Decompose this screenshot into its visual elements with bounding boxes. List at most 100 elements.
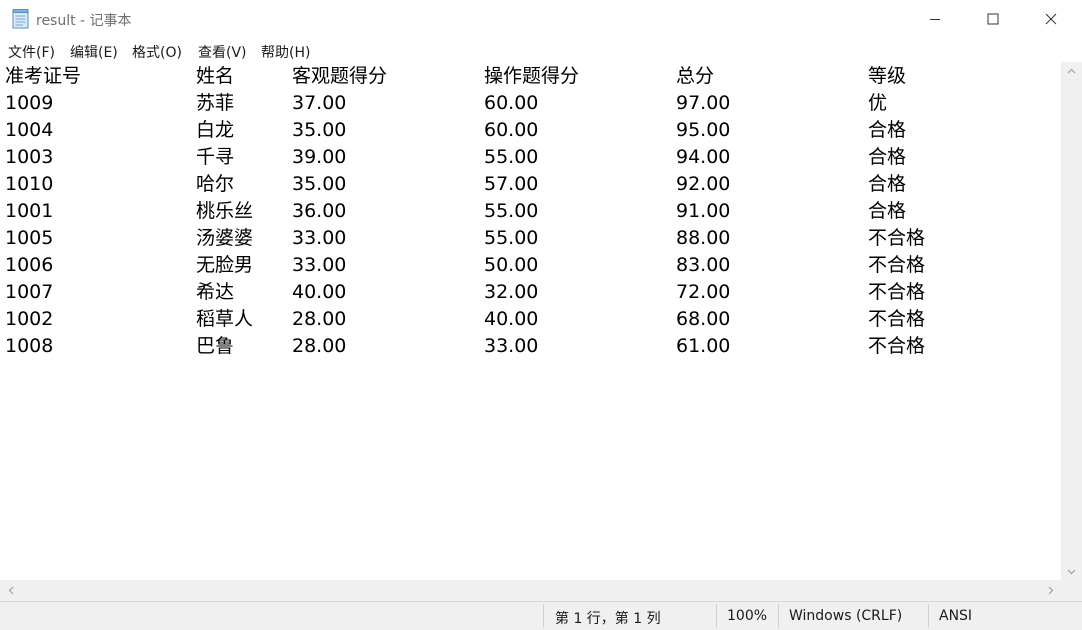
text-line: 1003 千寻 39.00 55.00 94.00 合格 bbox=[0, 144, 1061, 171]
line-ending: Windows (CRLF) bbox=[789, 608, 903, 624]
menu-format[interactable]: 格式(O) bbox=[132, 42, 182, 62]
cell-grade: 不合格 bbox=[868, 308, 926, 330]
cell-grade: 合格 bbox=[868, 173, 907, 195]
text-line: 1006 无脸男 33.00 50.00 83.00 不合格 bbox=[0, 252, 1061, 279]
cell-practical: 55.00 bbox=[484, 227, 539, 249]
cell-id: 1004 bbox=[5, 119, 54, 141]
minimize-button[interactable] bbox=[906, 0, 964, 38]
cell-practical: 40.00 bbox=[484, 308, 539, 330]
cell-total: 88.00 bbox=[676, 227, 731, 249]
cell-total: 91.00 bbox=[676, 200, 731, 222]
cell-objective: 35.00 bbox=[292, 173, 347, 195]
close-button[interactable] bbox=[1022, 0, 1080, 38]
cell-objective: 36.00 bbox=[292, 200, 347, 222]
text-line: 1004 白龙 35.00 60.00 95.00 合格 bbox=[0, 117, 1061, 144]
cell-name: 汤婆婆 bbox=[196, 227, 254, 249]
cell-practical: 55.00 bbox=[484, 146, 539, 168]
cell-total: 97.00 bbox=[676, 92, 731, 114]
chevron-left-icon bbox=[8, 586, 13, 595]
cell-id: 1002 bbox=[5, 308, 54, 330]
cell-total: 72.00 bbox=[676, 281, 731, 303]
cell-grade: 不合格 bbox=[868, 254, 926, 276]
scroll-up-button[interactable] bbox=[1061, 62, 1082, 79]
cell-id: 1008 bbox=[5, 335, 54, 357]
maximize-button[interactable] bbox=[964, 0, 1022, 38]
cell-objective: 33.00 bbox=[292, 227, 347, 249]
menu-bar: 文件(F) 编辑(E) 格式(O) 查看(V) 帮助(H) bbox=[0, 38, 1082, 62]
title-bar[interactable]: result - 记事本 bbox=[0, 0, 1082, 38]
header-cell-total: 总分 bbox=[676, 65, 715, 87]
maximize-icon bbox=[987, 13, 999, 25]
cell-grade: 不合格 bbox=[868, 227, 926, 249]
cell-practical: 32.00 bbox=[484, 281, 539, 303]
cell-name: 白龙 bbox=[196, 119, 235, 141]
text-line: 1005 汤婆婆 33.00 55.00 88.00 不合格 bbox=[0, 225, 1061, 252]
cell-practical: 55.00 bbox=[484, 200, 539, 222]
cell-id: 1010 bbox=[5, 173, 54, 195]
cell-grade: 不合格 bbox=[868, 281, 926, 303]
cell-grade: 不合格 bbox=[868, 335, 926, 357]
cell-name: 稻草人 bbox=[196, 308, 254, 330]
menu-edit[interactable]: 编辑(E) bbox=[70, 42, 118, 62]
cell-objective: 28.00 bbox=[292, 335, 347, 357]
cell-id: 1007 bbox=[5, 281, 54, 303]
cell-total: 94.00 bbox=[676, 146, 731, 168]
scroll-down-button[interactable] bbox=[1061, 563, 1082, 580]
cell-grade: 合格 bbox=[868, 146, 907, 168]
window-title: result - 记事本 bbox=[36, 13, 132, 29]
horizontal-scrollbar[interactable] bbox=[0, 580, 1061, 601]
cell-name: 巴鲁 bbox=[196, 335, 235, 357]
text-line: 1010 哈尔 35.00 57.00 92.00 合格 bbox=[0, 171, 1061, 198]
close-icon bbox=[1045, 13, 1057, 25]
text-line: 1007 希达 40.00 32.00 72.00 不合格 bbox=[0, 279, 1061, 306]
status-divider bbox=[543, 604, 544, 628]
cell-total: 92.00 bbox=[676, 173, 731, 195]
text-line: 1002 稻草人 28.00 40.00 68.00 不合格 bbox=[0, 306, 1061, 333]
chevron-right-icon bbox=[1048, 586, 1053, 595]
chevron-down-icon bbox=[1067, 569, 1076, 574]
cell-name: 希达 bbox=[196, 281, 235, 303]
text-editor[interactable]: 准考证号 姓名 客观题得分 操作题得分 总分 等级 1009 苏菲 37.00 60.… bbox=[0, 62, 1061, 580]
menu-help[interactable]: 帮助(H) bbox=[261, 42, 310, 62]
cell-id: 1006 bbox=[5, 254, 54, 276]
cell-name: 无脸男 bbox=[196, 254, 254, 276]
cell-practical: 60.00 bbox=[484, 92, 539, 114]
cell-objective: 35.00 bbox=[292, 119, 347, 141]
header-cell-name: 姓名 bbox=[196, 65, 235, 87]
scroll-left-button[interactable] bbox=[2, 580, 19, 601]
cell-total: 68.00 bbox=[676, 308, 731, 330]
status-bar: 第 1 行，第 1 列 100% Windows (CRLF) ANSI bbox=[0, 601, 1082, 630]
zoom-level: 100% bbox=[727, 608, 768, 624]
cell-id: 1001 bbox=[5, 200, 54, 222]
encoding: ANSI bbox=[939, 608, 973, 624]
chevron-up-icon bbox=[1067, 68, 1076, 73]
cell-id: 1009 bbox=[5, 92, 54, 114]
cell-grade: 合格 bbox=[868, 200, 907, 222]
cell-id: 1003 bbox=[5, 146, 54, 168]
cell-objective: 40.00 bbox=[292, 281, 347, 303]
header-cell-id: 准考证号 bbox=[5, 65, 82, 87]
vertical-scrollbar[interactable] bbox=[1061, 62, 1082, 580]
header-cell-grade: 等级 bbox=[868, 65, 907, 87]
cell-name: 哈尔 bbox=[196, 173, 235, 195]
cell-name: 千寻 bbox=[196, 146, 235, 168]
status-divider bbox=[928, 604, 929, 628]
menu-view[interactable]: 查看(V) bbox=[198, 42, 247, 62]
text-line: 1008 巴鲁 28.00 33.00 61.00 不合格 bbox=[0, 333, 1061, 360]
header-cell-objective: 客观题得分 bbox=[292, 65, 388, 87]
scrollbar-corner bbox=[1061, 580, 1082, 601]
cell-grade: 优 bbox=[868, 92, 888, 114]
cursor-position: 第 1 行，第 1 列 bbox=[555, 611, 661, 627]
cell-objective: 39.00 bbox=[292, 146, 347, 168]
cell-id: 1005 bbox=[5, 227, 54, 249]
cell-total: 61.00 bbox=[676, 335, 731, 357]
menu-file[interactable]: 文件(F) bbox=[8, 42, 55, 62]
cell-name: 桃乐丝 bbox=[196, 200, 254, 222]
header-cell-practical: 操作题得分 bbox=[484, 65, 580, 87]
notepad-icon bbox=[12, 9, 29, 29]
cell-name: 苏菲 bbox=[196, 92, 235, 114]
text-line: 1001 桃乐丝 36.00 55.00 91.00 合格 bbox=[0, 198, 1061, 225]
cell-objective: 28.00 bbox=[292, 308, 347, 330]
scroll-right-button[interactable] bbox=[1042, 580, 1059, 601]
cell-practical: 60.00 bbox=[484, 119, 539, 141]
